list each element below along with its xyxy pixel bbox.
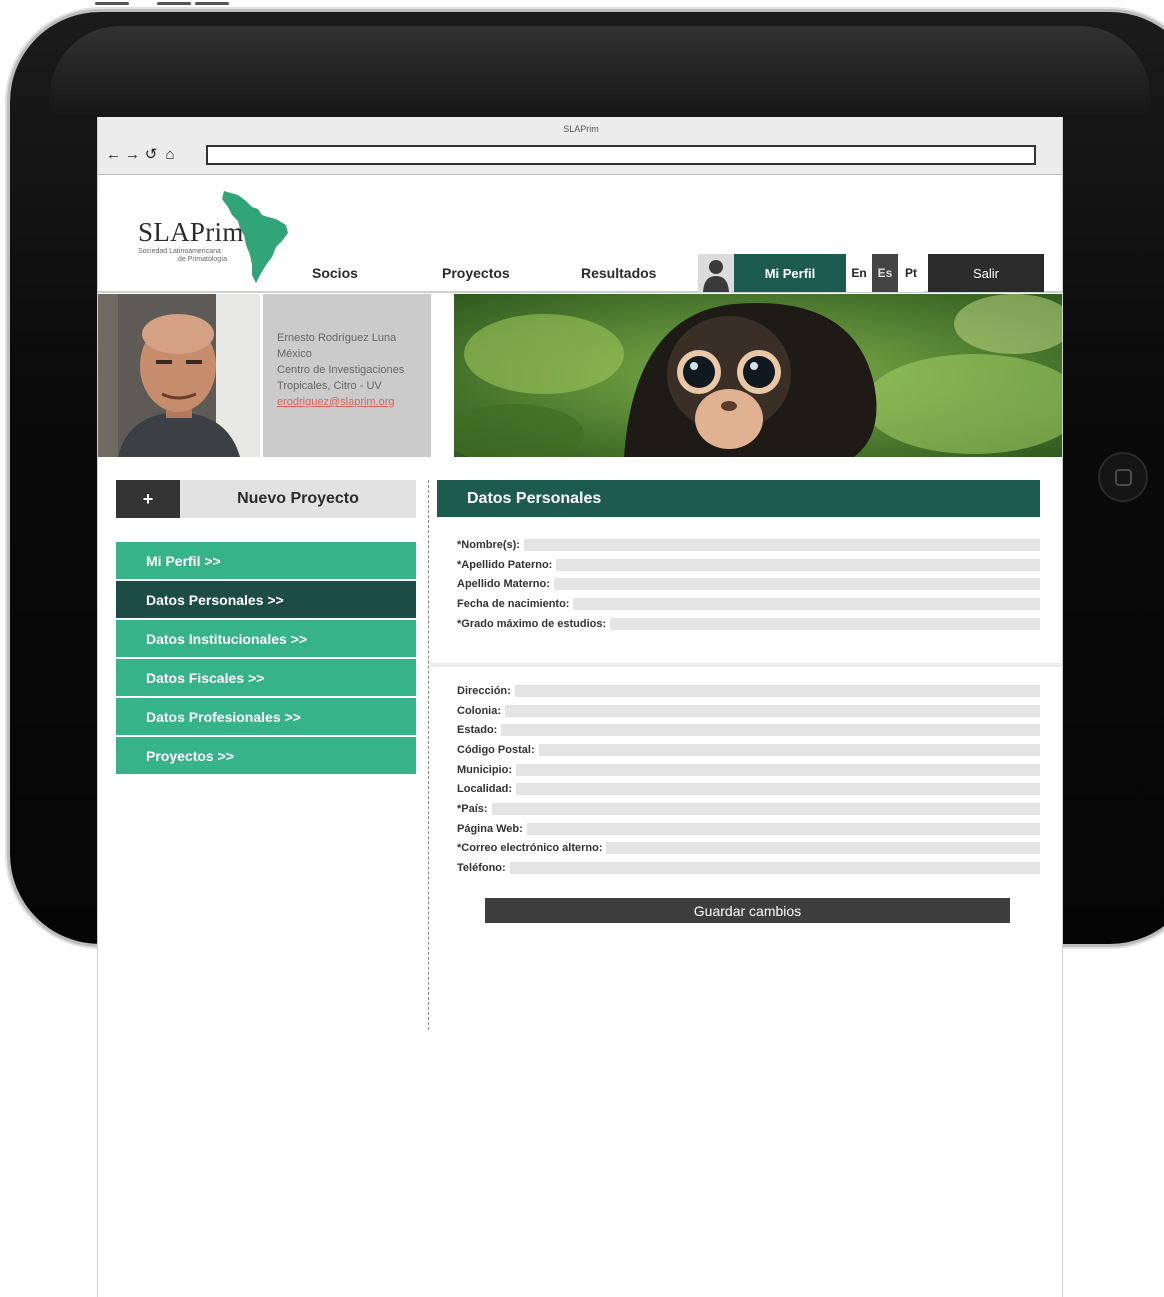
nombre-input[interactable]: [523, 539, 1040, 551]
logo-subtitle-2: de Primatología: [178, 256, 228, 263]
field-label: Teléfono:: [457, 862, 506, 874]
sidebar-item-datos-institucionales[interactable]: Datos Institucionales >>: [116, 620, 416, 657]
plus-icon: +: [116, 480, 180, 518]
tablet-gloss: [50, 26, 1150, 116]
telefono-input[interactable]: [509, 862, 1040, 874]
sidebar-item-datos-profesionales[interactable]: Datos Profesionales >>: [116, 698, 416, 735]
reload-icon[interactable]: ↺: [144, 147, 158, 163]
banner-monkey-image: [454, 294, 1062, 457]
profile-info: Ernesto Rodríguez Luna México Centro de …: [263, 294, 431, 457]
logout-button[interactable]: Salir: [928, 254, 1044, 292]
field-nombre: *Nombre(s):: [457, 538, 1040, 552]
field-label: Estado:: [457, 724, 498, 736]
logo-text: SLAPrim: [138, 217, 244, 247]
mi-perfil-button[interactable]: Mi Perfil: [734, 254, 846, 292]
arrow-left-icon[interactable]: ←: [106, 147, 121, 163]
browser-nav-icons: ← → ↺ ⌂: [106, 147, 177, 163]
site-logo[interactable]: SLAPrim Sociedad Latinoamericana de Prim…: [138, 217, 244, 264]
field-label: *Correo electrónico alterno:: [457, 842, 603, 854]
nav-item-proyectos[interactable]: Proyectos: [442, 265, 510, 281]
field-label: *País:: [457, 803, 488, 815]
field-direccion: Dirección:: [457, 684, 1040, 698]
field-codigo-postal: Código Postal:: [457, 743, 1040, 757]
fecha-nacimiento-input[interactable]: [573, 598, 1040, 610]
new-project-button[interactable]: + Nuevo Proyecto: [116, 480, 416, 518]
section-separator: [430, 663, 1062, 667]
browser-chrome: SLAPrim ← → ↺ ⌂: [98, 117, 1062, 175]
sidebar-item-proyectos[interactable]: Proyectos >>: [116, 737, 416, 774]
apellido-paterno-input[interactable]: [556, 559, 1040, 571]
field-label: Fecha de nacimiento:: [457, 598, 570, 610]
sidebar-item-datos-fiscales[interactable]: Datos Fiscales >>: [116, 659, 416, 696]
field-label: Colonia:: [457, 705, 501, 717]
field-pais: *País:: [457, 802, 1040, 816]
grado-estudios-input[interactable]: [610, 618, 1040, 630]
estado-input[interactable]: [501, 724, 1040, 736]
pagina-web-input[interactable]: [526, 823, 1040, 835]
field-correo-alterno: *Correo electrónico alterno:: [457, 841, 1040, 855]
municipio-input[interactable]: [516, 764, 1040, 776]
home-square-icon: [1115, 469, 1132, 486]
user-silhouette-icon[interactable]: [698, 254, 734, 292]
sidebar-item-mi-perfil[interactable]: Mi Perfil >>: [116, 542, 416, 579]
field-label: Municipio:: [457, 764, 512, 776]
codigo-postal-input[interactable]: [538, 744, 1040, 756]
content-divider: [428, 480, 429, 1030]
field-localidad: Localidad:: [457, 782, 1040, 796]
lang-es-button[interactable]: Es: [872, 254, 898, 292]
field-estado: Estado:: [457, 723, 1040, 737]
field-apellido-materno: Apellido Materno:: [457, 577, 1040, 591]
field-apellido-paterno: *Apellido Paterno:: [457, 558, 1040, 572]
direccion-input[interactable]: [514, 685, 1040, 697]
lang-pt-button[interactable]: Pt: [898, 254, 924, 292]
pais-input[interactable]: [491, 803, 1040, 815]
tablet-home-button[interactable]: [1098, 452, 1148, 502]
field-label: *Grado máximo de estudios:: [457, 618, 607, 630]
sidebar-item-datos-personales[interactable]: Datos Personales >>: [116, 581, 416, 618]
url-input[interactable]: [206, 145, 1036, 165]
field-municipio: Municipio:: [457, 763, 1040, 777]
field-label: *Apellido Paterno:: [457, 559, 553, 571]
colonia-input[interactable]: [505, 705, 1040, 717]
field-fecha-nacimiento: Fecha de nacimiento:: [457, 597, 1040, 611]
logo-subtitle-1: Sociedad Latinoamericana: [138, 248, 221, 255]
localidad-input[interactable]: [516, 783, 1040, 795]
home-icon[interactable]: ⌂: [163, 147, 177, 163]
profile-name: Ernesto Rodríguez Luna: [277, 332, 397, 344]
field-colonia: Colonia:: [457, 704, 1040, 718]
field-label: Página Web:: [457, 823, 523, 835]
window-title: SLAPrim: [563, 124, 599, 134]
profile-email-link[interactable]: erodriguez@slaprim.org: [277, 394, 431, 410]
field-grado-estudios: *Grado máximo de estudios:: [457, 617, 1040, 631]
apellido-materno-input[interactable]: [553, 578, 1040, 590]
field-telefono: Teléfono:: [457, 861, 1040, 875]
profile-banner: Ernesto Rodríguez Luna México Centro de …: [98, 294, 1062, 457]
save-changes-button[interactable]: Guardar cambios: [485, 898, 1010, 923]
lang-en-button[interactable]: En: [846, 254, 872, 292]
tablet-screen: SLAPrim ← → ↺ ⌂ SLAPrim Sociedad Latinoa…: [97, 117, 1063, 1297]
tablet-top-edge: [95, 0, 255, 6]
form-title: Datos Personales: [437, 480, 1040, 517]
profile-photo: [98, 294, 260, 457]
nav-item-resultados[interactable]: Resultados: [581, 265, 656, 281]
field-label: *Nombre(s):: [457, 539, 520, 551]
correo-alterno-input[interactable]: [606, 842, 1040, 854]
arrow-right-icon[interactable]: →: [125, 147, 140, 163]
field-label: Dirección:: [457, 685, 511, 697]
nav-item-socios[interactable]: Socios: [312, 265, 358, 281]
field-pagina-web: Página Web:: [457, 822, 1040, 836]
profile-country: México: [277, 348, 312, 360]
field-label: Localidad:: [457, 783, 513, 795]
profile-institution-line2: Tropicales, Citro - UV: [277, 380, 382, 392]
profile-institution-line1: Centro de Investigaciones: [277, 364, 405, 376]
field-label: Apellido Materno:: [457, 578, 550, 590]
new-project-label: Nuevo Proyecto: [180, 480, 416, 518]
profile-strip: Mi Perfil En Es Pt Salir: [698, 254, 1044, 292]
field-label: Código Postal:: [457, 744, 535, 756]
side-menu: Mi Perfil >> Datos Personales >> Datos I…: [116, 542, 416, 776]
